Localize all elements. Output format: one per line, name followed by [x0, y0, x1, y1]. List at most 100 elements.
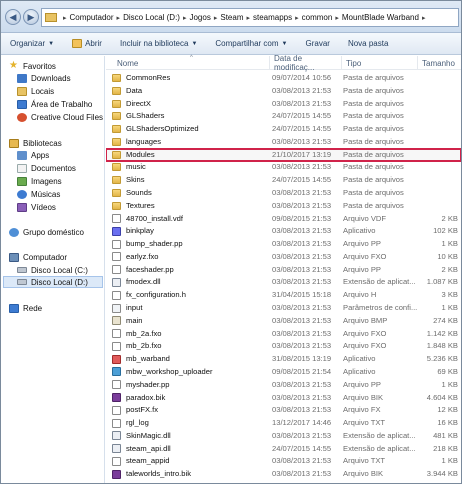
nav-favorites[interactable]: ★ Favoritos — [9, 60, 56, 72]
crumb-common[interactable]: common — [302, 13, 333, 22]
file-row[interactable]: languages 03/08/2013 21:53 Pasta de arquiv… — [106, 136, 461, 148]
file-row[interactable]: mb_2b.fxo 03/08/2013 21:53 Arquivo FXO 1.84… — [106, 340, 461, 352]
column-header-type-label: Tipo — [346, 58, 362, 68]
nav-creative-cloud[interactable]: Creative Cloud Files — [17, 111, 103, 123]
file-date: 03/08/2013 21:53 — [272, 200, 332, 210]
file-row[interactable]: music 03/08/2013 21:53 Pasta de arquivos — [106, 161, 461, 173]
file-name-cell: 48700_install.vdf — [112, 213, 270, 225]
column-header-type[interactable]: Tipo — [342, 56, 418, 70]
include-library-button[interactable]: Incluir na biblioteca ▼ — [120, 39, 197, 48]
documents-icon — [17, 163, 27, 173]
crumb-mountblade[interactable]: MountBlade Warband — [342, 13, 419, 22]
forward-arrow-icon[interactable]: ▶ — [23, 9, 39, 25]
file-size — [418, 149, 458, 161]
file-row[interactable]: faceshader.pp 03/08/2013 21:53 Arquivo PP 2… — [106, 264, 461, 276]
nav-drive-c[interactable]: Disco Local (C:) — [17, 264, 88, 276]
nav-images[interactable]: Imagens — [17, 175, 62, 187]
column-header-date[interactable]: Data de modificaç... — [270, 54, 342, 72]
organize-button[interactable]: Organizar ▼ — [10, 39, 54, 48]
file-row[interactable]: SkinMagic.dll 03/08/2013 21:53 Extensão de… — [106, 430, 461, 442]
file-date: 03/08/2013 21:53 — [272, 379, 332, 389]
file-row[interactable]: input 03/08/2013 21:53 Parâmetros de confi… — [106, 302, 461, 314]
file-row[interactable]: steam_appid 03/08/2013 21:53 Arquivo TXT 1 … — [106, 455, 461, 467]
nav-videos[interactable]: Vídeos — [17, 201, 56, 213]
file-row[interactable]: fmodex.dll 03/08/2013 21:53 Extensão de ap… — [106, 276, 461, 288]
dll-file-icon — [112, 431, 121, 441]
file-row[interactable]: fx_configuration.h 31/04/2015 15:18 Arquiv… — [106, 289, 461, 301]
folder-icon — [112, 201, 121, 210]
chevron-right-icon[interactable]: ▸ — [214, 14, 218, 22]
nav-apps[interactable]: Apps — [17, 149, 49, 161]
file-row[interactable]: postFX.fx 03/08/2013 21:53 Arquivo FX 12 KB — [106, 404, 461, 416]
file-row[interactable]: binkplay 03/08/2013 21:53 Aplicativo 102 KB — [106, 225, 461, 237]
column-header-size[interactable]: Tamanho — [418, 56, 461, 70]
file-row[interactable]: Textures 03/08/2013 21:53 Pasta de arquivo… — [106, 200, 461, 212]
nav-drive-d-label: Disco Local (D:) — [31, 277, 88, 287]
file-row[interactable]: Data 03/08/2013 21:53 Pasta de arquivos — [106, 85, 461, 97]
nav-locais[interactable]: Locais — [17, 85, 54, 97]
file-row[interactable]: Sounds 03/08/2013 21:53 Pasta de arquivos — [106, 187, 461, 199]
burn-button[interactable]: Gravar — [306, 39, 330, 48]
file-name: paradox.bik — [126, 392, 166, 402]
file-row[interactable]: CommonRes 09/07/2014 10:56 Pasta de arquiv… — [106, 72, 461, 84]
nav-libraries[interactable]: Bibliotecas — [9, 137, 62, 149]
file-row[interactable]: main 03/08/2013 21:53 Arquivo BMP 274 KB — [106, 315, 461, 327]
file-size — [418, 72, 458, 84]
nav-drive-c-label: Disco Local (C:) — [31, 265, 88, 275]
file-type: Pasta de arquivos — [343, 124, 404, 134]
file-row[interactable]: 48700_install.vdf 09/08/2015 21:53 Arquivo… — [106, 213, 461, 225]
file-size: 16 KB — [437, 418, 458, 428]
chevron-right-icon[interactable]: ▸ — [295, 14, 299, 22]
nav-creative-cloud-label: Creative Cloud Files — [31, 112, 104, 122]
file-row[interactable]: Modules 21/10/2017 13:19 Pasta de arquivos — [106, 147, 461, 162]
file-type: Arquivo VDF — [343, 213, 387, 223]
column-header-name[interactable]: Nome — [106, 56, 270, 70]
file-size: 12 KB — [437, 405, 458, 415]
file-row[interactable]: myshader.pp 03/08/2013 21:53 Arquivo PP 1 K… — [106, 379, 461, 391]
nav-drive-d[interactable]: Disco Local (D:) — [3, 276, 103, 288]
file-row[interactable]: DirectX 03/08/2013 21:53 Pasta de arquivos — [106, 98, 461, 110]
file-row[interactable]: Skins 24/07/2015 14:55 Pasta de arquivos — [106, 174, 461, 186]
breadcrumb[interactable]: ▸ Computador ▸ Disco Local (D:) ▸ Jogos … — [41, 8, 459, 27]
command-bar: Organizar ▼ Abrir Incluir na biblioteca … — [1, 33, 461, 55]
file-row[interactable]: paradox.bik 03/08/2013 21:53 Arquivo BIK 4.… — [106, 392, 461, 404]
nav-desktop[interactable]: Área de Trabalho — [17, 98, 92, 110]
file-row[interactable]: steam_api.dll 24/07/2015 14:55 Extensão de… — [106, 443, 461, 455]
crumb-drive-d[interactable]: Disco Local (D:) — [123, 13, 180, 22]
file-name-cell: main — [112, 315, 270, 327]
chevron-right-icon[interactable]: ▸ — [183, 14, 187, 22]
open-button[interactable]: Abrir — [72, 39, 102, 48]
file-date: 09/08/2015 21:53 — [272, 213, 332, 223]
crumb-computer[interactable]: Computador — [70, 13, 114, 22]
file-row[interactable]: bump_shader.pp 03/08/2013 21:53 Arquivo PP… — [106, 238, 461, 250]
nav-music[interactable]: Músicas — [17, 188, 60, 200]
file-name: music — [126, 162, 146, 172]
chevron-right-icon[interactable]: ▸ — [246, 14, 250, 22]
chevron-right-icon[interactable]: ▸ — [422, 14, 426, 22]
crumb-steam[interactable]: Steam — [220, 13, 243, 22]
chevron-right-icon[interactable]: ▸ — [335, 14, 339, 22]
file-row[interactable]: mbw_workshop_uploader 09/08/2015 21:54 Apl… — [106, 366, 461, 378]
file-row[interactable]: GLShaders 24/07/2015 14:55 Pasta de arquiv… — [106, 110, 461, 122]
share-button[interactable]: Compartilhar com ▼ — [215, 39, 287, 48]
file-row[interactable]: mb_2a.fxo 03/08/2013 21:53 Arquivo FXO 1.14… — [106, 328, 461, 340]
file-row[interactable]: mb_warband 31/08/2015 13:19 Aplicativo 5.23… — [106, 353, 461, 365]
file-row[interactable]: GLShadersOptimized 24/07/2015 14:55 Pasta … — [106, 123, 461, 135]
file-row[interactable]: earlyz.fxo 03/08/2013 21:53 Arquivo FXO 10 … — [106, 251, 461, 263]
file-type: Aplicativo — [343, 366, 376, 376]
chevron-right-icon[interactable]: ▸ — [63, 14, 67, 22]
file-row[interactable]: rgl_log 13/12/2017 14:46 Arquivo TXT 16 KB — [106, 417, 461, 429]
nav-network[interactable]: Rede — [9, 302, 42, 314]
crumb-steamapps[interactable]: steamapps — [253, 13, 292, 22]
file-row[interactable]: taleworlds_intro.bik 03/08/2013 21:53 Arqu… — [106, 468, 461, 480]
nav-computer[interactable]: Computador — [9, 251, 67, 263]
new-folder-button[interactable]: Nova pasta — [348, 39, 388, 48]
nav-downloads[interactable]: Downloads — [17, 72, 71, 84]
crumb-jogos[interactable]: Jogos — [189, 13, 210, 22]
back-arrow-icon[interactable]: ◀ — [5, 9, 21, 25]
nav-documents[interactable]: Documentos — [17, 162, 76, 174]
chevron-right-icon[interactable]: ▸ — [117, 14, 121, 22]
file-icon — [112, 265, 121, 275]
file-type: Pasta de arquivos — [343, 200, 404, 210]
nav-homegroup[interactable]: Grupo doméstico — [9, 226, 84, 238]
